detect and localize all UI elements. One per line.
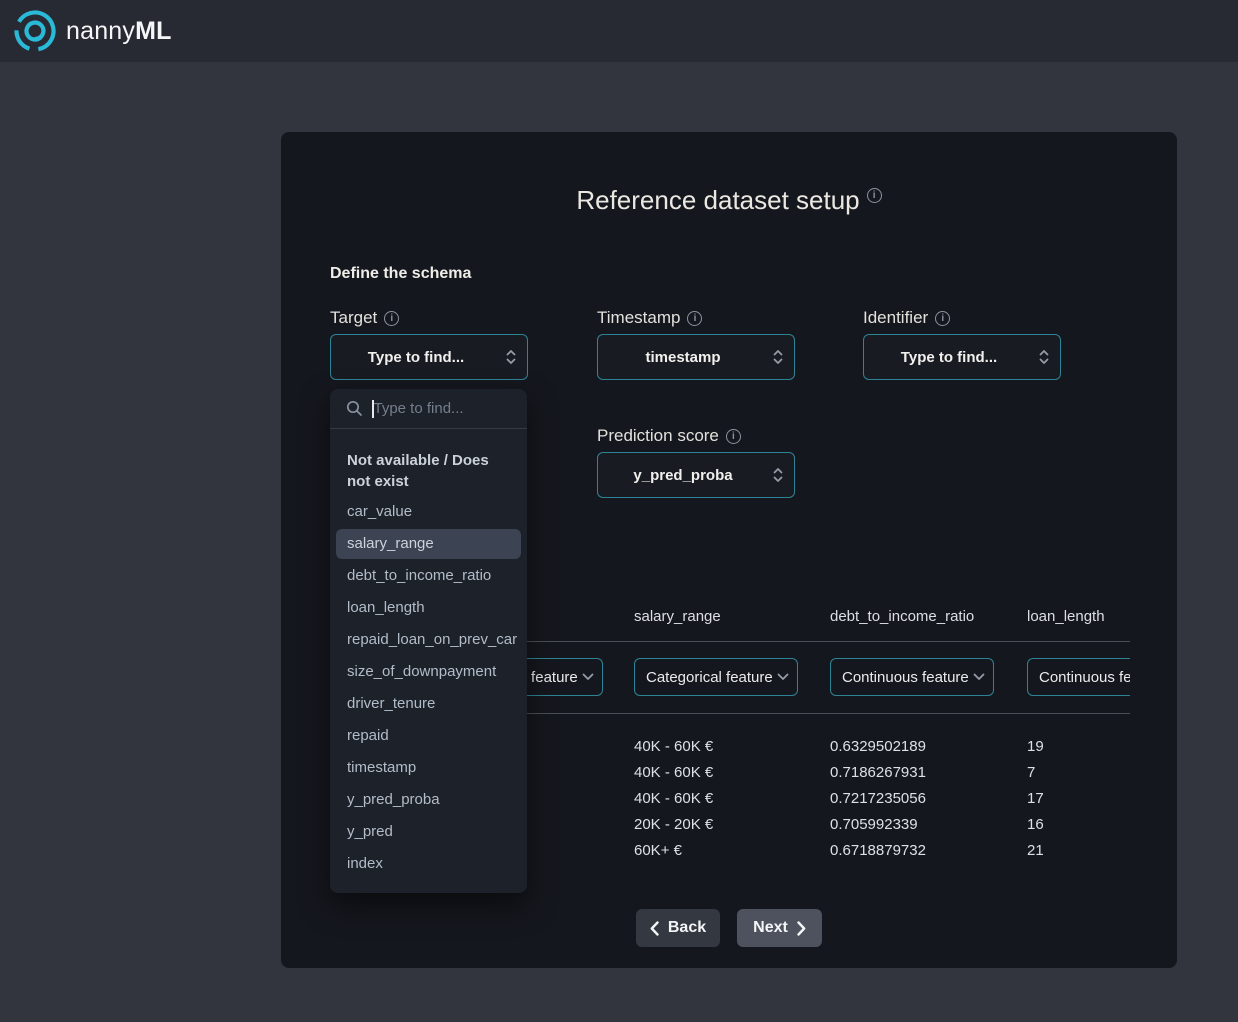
table-cell: 17 — [1027, 786, 1130, 812]
dropdown-option[interactable]: car_value — [330, 496, 527, 528]
table-cell: 7 — [1027, 760, 1130, 786]
target-select[interactable]: Type to find... — [330, 334, 528, 380]
timestamp-info-icon[interactable]: i — [687, 311, 702, 326]
back-button[interactable]: Back — [636, 909, 720, 947]
dropdown-option[interactable]: repaid_loan_on_prev_car — [330, 624, 527, 656]
table-cell: 16 — [1027, 812, 1130, 838]
back-button-label: Back — [668, 919, 706, 937]
dropdown-option[interactable]: debt_to_income_ratio — [330, 560, 527, 592]
timestamp-label: Timestamp — [597, 308, 680, 328]
updown-chevron-icon — [772, 348, 784, 366]
dropdown-divider — [330, 428, 527, 429]
table-cell: 21 — [1027, 838, 1130, 864]
search-icon — [346, 400, 363, 417]
prediction-score-select-value: y_pred_proba — [633, 467, 732, 484]
section-heading: Define the schema — [330, 265, 471, 283]
dropdown-search-input[interactable] — [374, 400, 504, 417]
chevron-down-icon — [777, 673, 789, 681]
dropdown-option[interactable]: timestamp — [330, 752, 527, 784]
dropdown-option[interactable]: loan_length — [330, 592, 527, 624]
dropdown-option[interactable]: repaid — [330, 720, 527, 752]
table-cell: 60K+ € — [634, 838, 824, 864]
dropdown-option[interactable]: y_pred_proba — [330, 784, 527, 816]
target-label: Target — [330, 308, 377, 328]
timestamp-select-value: timestamp — [645, 349, 720, 366]
identifier-info-icon[interactable]: i — [935, 311, 950, 326]
prediction-score-info-icon[interactable]: i — [726, 429, 741, 444]
chevron-down-icon — [973, 673, 985, 681]
feature-type-select[interactable]: Continuous feature — [1027, 658, 1130, 696]
dropdown-option[interactable]: driver_tenure — [330, 688, 527, 720]
table-cell: 0.6329502189 — [830, 734, 1020, 760]
timestamp-select[interactable]: timestamp — [597, 334, 795, 380]
feature-type-select[interactable]: Continuous feature — [830, 658, 994, 696]
table-cell: 0.705992339 — [830, 812, 1020, 838]
brand: nannyML — [13, 9, 172, 53]
updown-chevron-icon — [1038, 348, 1050, 366]
dropdown-option[interactable]: y_pred — [330, 816, 527, 848]
column-header: salary_range — [634, 608, 721, 625]
brand-text: nannyML — [66, 17, 172, 46]
table-column-values: 0.6329502189 0.7186267931 0.7217235056 0… — [830, 734, 1020, 864]
updown-chevron-icon — [505, 348, 517, 366]
next-button-label: Next — [753, 919, 788, 937]
target-column-dropdown: Not available / Does not exist car_value… — [330, 389, 527, 893]
page: nannyML Reference dataset setup i Define… — [0, 0, 1238, 1022]
table-column-values: 19 7 17 16 21 — [1027, 734, 1130, 864]
table-cell: 40K - 60K € — [634, 734, 824, 760]
chevron-down-icon — [582, 673, 594, 681]
dropdown-option-highlighted[interactable]: salary_range — [336, 529, 521, 559]
next-button[interactable]: Next — [737, 909, 822, 947]
feature-type-value: Continuous feature — [842, 669, 969, 686]
updown-chevron-icon — [772, 466, 784, 484]
target-select-value: Type to find... — [368, 349, 464, 366]
column-header: loan_length — [1027, 608, 1105, 625]
column-header: debt_to_income_ratio — [830, 608, 974, 625]
prediction-score-label: Prediction score — [597, 426, 719, 446]
identifier-label: Identifier — [863, 308, 928, 328]
table-cell: 0.6718879732 — [830, 838, 1020, 864]
feature-type-value: Categorical feature — [646, 669, 773, 686]
page-title: Reference dataset setup — [576, 185, 859, 216]
table-column-values: 40K - 60K € 40K - 60K € 40K - 60K € 20K … — [634, 734, 824, 864]
identifier-select-value: Type to find... — [901, 349, 997, 366]
table-cell: 20K - 20K € — [634, 812, 824, 838]
target-info-icon[interactable]: i — [384, 311, 399, 326]
table-cell: 19 — [1027, 734, 1130, 760]
dropdown-option-not-available[interactable]: Not available / Does not exist — [347, 450, 503, 492]
feature-type-value: Continuous feature — [1039, 669, 1130, 686]
feature-type-select[interactable]: Categorical feature — [634, 658, 798, 696]
dropdown-option[interactable]: index — [330, 848, 527, 880]
table-cell: 0.7217235056 — [830, 786, 1020, 812]
chevron-right-icon — [797, 921, 806, 936]
dropdown-options-list: car_value salary_range debt_to_income_ra… — [330, 496, 527, 880]
table-cell: 40K - 60K € — [634, 786, 824, 812]
top-navigation-bar: nannyML — [0, 0, 1238, 62]
table-cell: 0.7186267931 — [830, 760, 1020, 786]
title-info-icon[interactable]: i — [867, 188, 882, 203]
dropdown-option[interactable]: size_of_downpayment — [330, 656, 527, 688]
chevron-left-icon — [650, 921, 659, 936]
table-cell: 40K - 60K € — [634, 760, 824, 786]
prediction-score-select[interactable]: y_pred_proba — [597, 452, 795, 498]
identifier-select[interactable]: Type to find... — [863, 334, 1061, 380]
nannyml-logo-icon — [13, 9, 57, 53]
